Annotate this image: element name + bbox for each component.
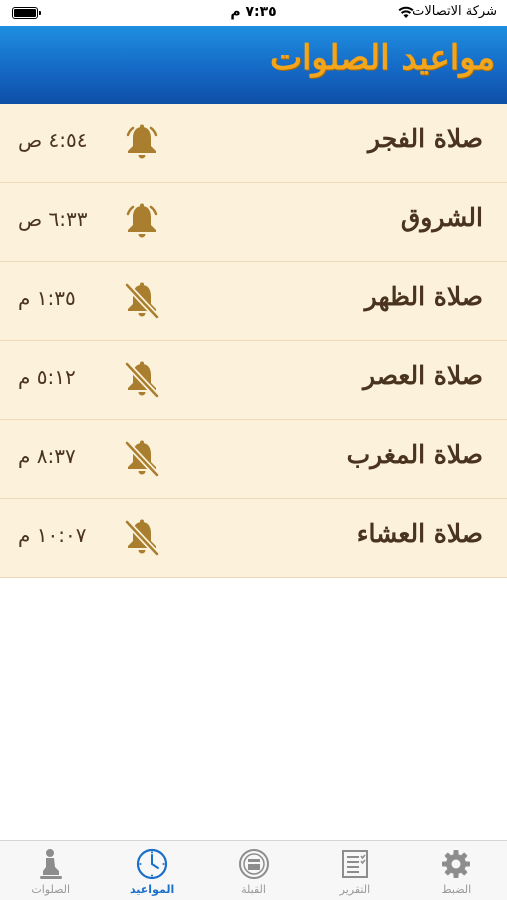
- tab-bar: الصلوات المواعيد القبلة التقرير الضبط: [0, 840, 507, 900]
- prayer-time: ٨:٣٧ م: [18, 444, 76, 468]
- bell-slash-icon[interactable]: [122, 280, 162, 320]
- prayer-row-dhuhr[interactable]: صلاة الظهر ١:٣٥ م: [0, 262, 507, 341]
- tab-settings[interactable]: الضبط: [406, 841, 507, 900]
- prayer-name: صلاة الفجر: [367, 124, 483, 153]
- tab-report[interactable]: التقرير: [304, 841, 405, 900]
- prayer-name: صلاة الظهر: [364, 282, 483, 311]
- bell-icon[interactable]: [122, 122, 162, 162]
- prayer-row-isha[interactable]: صلاة العشاء ١٠:٠٧ م: [0, 499, 507, 578]
- tab-schedule[interactable]: المواعيد: [101, 841, 202, 900]
- person-praying-icon: [39, 849, 62, 879]
- page-title: مواعيد الصلوات: [269, 38, 495, 78]
- bell-slash-icon[interactable]: [122, 359, 162, 399]
- prayer-time: ٤:٥٤ ص: [18, 128, 88, 152]
- report-list-icon: [341, 850, 368, 878]
- prayer-times-list: صلاة الفجر ٤:٥٤ ص الشروق ٦:٣٣ ص صلاة الظ…: [0, 104, 507, 578]
- tab-label: التقرير: [339, 883, 371, 896]
- tab-label: القبلة: [241, 883, 266, 896]
- status-bar: ٧:٣٥ م شركة الاتصالات: [0, 0, 507, 26]
- tab-label: الصلوات: [31, 883, 71, 896]
- prayer-time: ١٠:٠٧ م: [18, 523, 87, 547]
- tab-label: الضبط: [441, 883, 472, 896]
- prayer-time: ١:٣٥ م: [18, 286, 76, 310]
- prayer-name: صلاة المغرب: [346, 440, 483, 469]
- prayer-name: الشروق: [400, 203, 483, 232]
- prayer-row-fajr[interactable]: صلاة الفجر ٤:٥٤ ص: [0, 104, 507, 183]
- prayer-time: ٦:٣٣ ص: [18, 207, 88, 231]
- prayer-row-asr[interactable]: صلاة العصر ٥:١٢ م: [0, 341, 507, 420]
- tab-prayers[interactable]: الصلوات: [0, 841, 101, 900]
- bell-slash-icon[interactable]: [122, 438, 162, 478]
- prayer-name: صلاة العشاء: [356, 519, 483, 548]
- prayer-row-sunrise[interactable]: الشروق ٦:٣٣ ص: [0, 183, 507, 262]
- prayer-row-maghrib[interactable]: صلاة المغرب ٨:٣٧ م: [0, 420, 507, 499]
- tab-qibla[interactable]: القبلة: [203, 841, 304, 900]
- tab-label: المواعيد: [129, 883, 175, 896]
- gear-icon: [442, 850, 471, 878]
- header-bar: مواعيد الصلوات: [0, 26, 507, 104]
- bell-slash-icon[interactable]: [122, 517, 162, 557]
- carrier-name: شركة الاتصالات: [412, 4, 497, 19]
- prayer-name: صلاة العصر: [362, 361, 483, 390]
- qibla-kaaba-icon: [238, 849, 269, 879]
- prayer-time: ٥:١٢ م: [18, 365, 76, 389]
- bell-icon[interactable]: [122, 201, 162, 241]
- clock-icon: [137, 848, 168, 880]
